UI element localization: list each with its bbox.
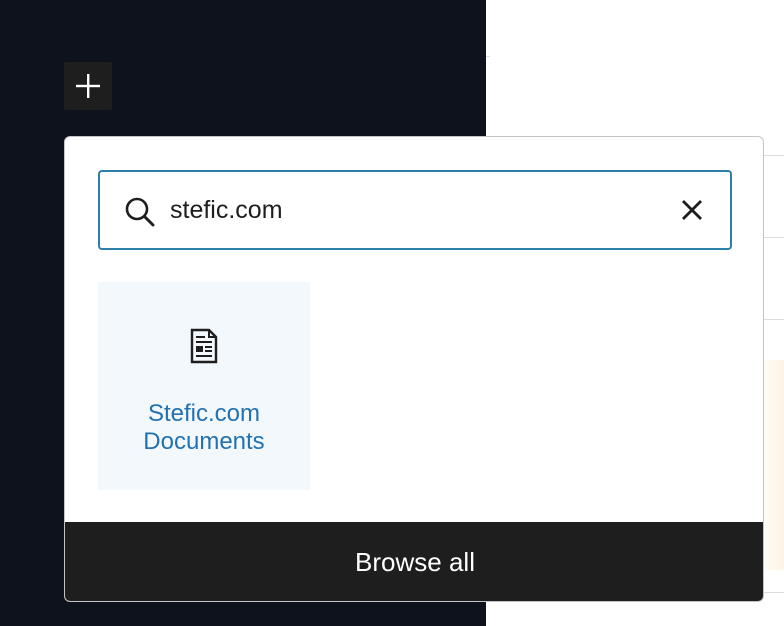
add-block-button[interactable] [64,62,112,110]
block-result-label: Stefic.com Documents [143,400,265,455]
search-field[interactable] [98,170,732,250]
canvas-divider [486,56,490,57]
block-inserter-popover: Stefic.com Documents Browse all [64,136,764,602]
document-icon [190,328,218,364]
search-icon [125,197,155,227]
editor-stage: Stefic.com Documents Browse all [0,0,784,626]
block-result-item[interactable]: Stefic.com Documents [98,282,310,490]
plus-icon [76,74,100,98]
close-icon [682,200,702,220]
clear-search-button[interactable] [674,192,710,228]
browse-all-button[interactable]: Browse all [65,522,763,601]
search-input[interactable] [170,190,650,230]
